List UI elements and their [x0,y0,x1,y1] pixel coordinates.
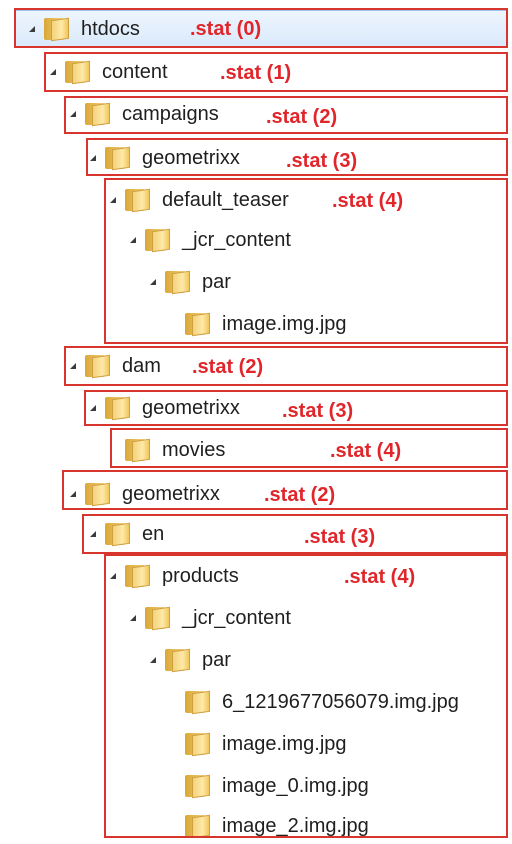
expand-arrow-icon[interactable] [70,491,76,497]
tree-item-label: campaigns [122,102,219,125]
expand-arrow-icon[interactable] [70,363,76,369]
tree-item-label: image_2.img.jpg [222,814,369,837]
tree-item-image[interactable]: image.img.jpg [170,726,347,762]
folder-icon [104,395,134,421]
folder-icon [84,353,114,379]
folder-icon [164,647,194,673]
folder-icon [84,481,114,507]
stat-label: .stat (2) [266,106,338,128]
tree-item-label: par [202,648,231,671]
tree-item-label: geometrixx [142,146,240,169]
tree-item-label: image_0.img.jpg [222,774,369,797]
stat-label: .stat (3) [304,526,376,548]
expand-arrow-icon [170,321,176,327]
stat-label: .stat (4) [344,566,416,588]
tree-item-geometrixx[interactable]: geometrixx [90,140,240,176]
expand-arrow-icon[interactable] [90,531,96,537]
expand-arrow-icon[interactable] [90,405,96,411]
tree-item-label: products [162,564,239,587]
tree-item-movies[interactable]: movies [110,432,225,468]
folder-icon [124,563,154,589]
tree-item-jcr-content-products[interactable]: _jcr_content [130,600,291,636]
tree-item-label: en [142,522,165,545]
folder-icon [164,269,194,295]
tree-item-label: movies [162,438,226,461]
tree-item-label: 6_1219677056079.img.jpg [222,690,459,713]
tree-item-en[interactable]: en [90,516,164,552]
tree-item-label: image.img.jpg [222,732,347,755]
expand-arrow-icon[interactable] [110,573,116,579]
tree-item-default-teaser[interactable]: default_teaser [110,182,289,218]
tree-item-image-2[interactable]: image_2.img.jpg [170,808,369,844]
stat-label: .stat (2) [192,356,264,378]
tree-item-label: content [102,60,168,83]
expand-arrow-icon [170,783,176,789]
tree-item-jcr-content[interactable]: _jcr_content [130,222,291,258]
tree-item-label: dam [122,354,161,377]
tree-item-campaigns[interactable]: campaigns [70,96,219,132]
expand-arrow-icon[interactable] [90,155,96,161]
expand-arrow-icon [170,823,176,829]
folder-icon [184,311,214,337]
folder-icon [184,773,214,799]
tree-item-image-0[interactable]: image_0.img.jpg [170,768,369,804]
stat-label: .stat (3) [282,400,354,422]
expand-arrow-icon [170,699,176,705]
folder-icon [124,437,154,463]
tree-item-content[interactable]: content [50,54,168,90]
expand-arrow-icon[interactable] [150,657,156,663]
stat-label: .stat (3) [286,150,358,172]
expand-arrow-icon[interactable] [150,279,156,285]
tree-item-label: geometrixx [122,482,220,505]
tree-item-image-img-jpg[interactable]: image.img.jpg [170,306,347,342]
stat-label: .stat (1) [220,62,292,84]
folder-icon [184,689,214,715]
folder-icon [64,59,94,85]
tree-item-image-6[interactable]: 6_1219677056079.img.jpg [170,684,459,720]
folder-icon [184,813,214,839]
tree-item-label: htdocs [81,17,140,40]
stat-label: .stat (0) [190,18,262,40]
folder-icon [124,187,154,213]
tree-item-par-products[interactable]: par [150,642,231,678]
expand-arrow-icon [170,741,176,747]
tree-item-label: default_teaser [162,188,289,211]
expand-arrow-icon[interactable] [70,111,76,117]
folder-icon [144,227,174,253]
tree-item-label: geometrixx [142,396,240,419]
tree-item-label: _jcr_content [182,606,291,629]
stat-label: .stat (2) [264,484,336,506]
folder-icon [43,16,73,42]
tree-item-products[interactable]: products [110,558,239,594]
tree-item-label: _jcr_content [182,228,291,251]
expand-arrow-icon[interactable] [130,615,136,621]
folder-tree: htdocs .stat (0) content .stat (1) campa… [0,0,512,842]
stat-label: .stat (4) [330,440,402,462]
folder-icon [104,145,134,171]
folder-icon [184,731,214,757]
tree-item-geometrixx-content[interactable]: geometrixx [70,476,220,512]
expand-arrow-icon[interactable] [130,237,136,243]
tree-item-geometrixx-dam[interactable]: geometrixx [90,390,240,426]
expand-arrow-icon[interactable] [29,26,35,32]
tree-item-label: par [202,270,231,293]
expand-arrow-icon[interactable] [50,69,56,75]
folder-icon [144,605,174,631]
folder-icon [84,101,114,127]
expand-arrow-icon [110,447,116,453]
expand-arrow-icon[interactable] [110,197,116,203]
stat-label: .stat (4) [332,190,404,212]
tree-item-label: image.img.jpg [222,312,347,335]
tree-item-dam[interactable]: dam [70,348,161,384]
tree-item-par[interactable]: par [150,264,231,300]
folder-icon [104,521,134,547]
